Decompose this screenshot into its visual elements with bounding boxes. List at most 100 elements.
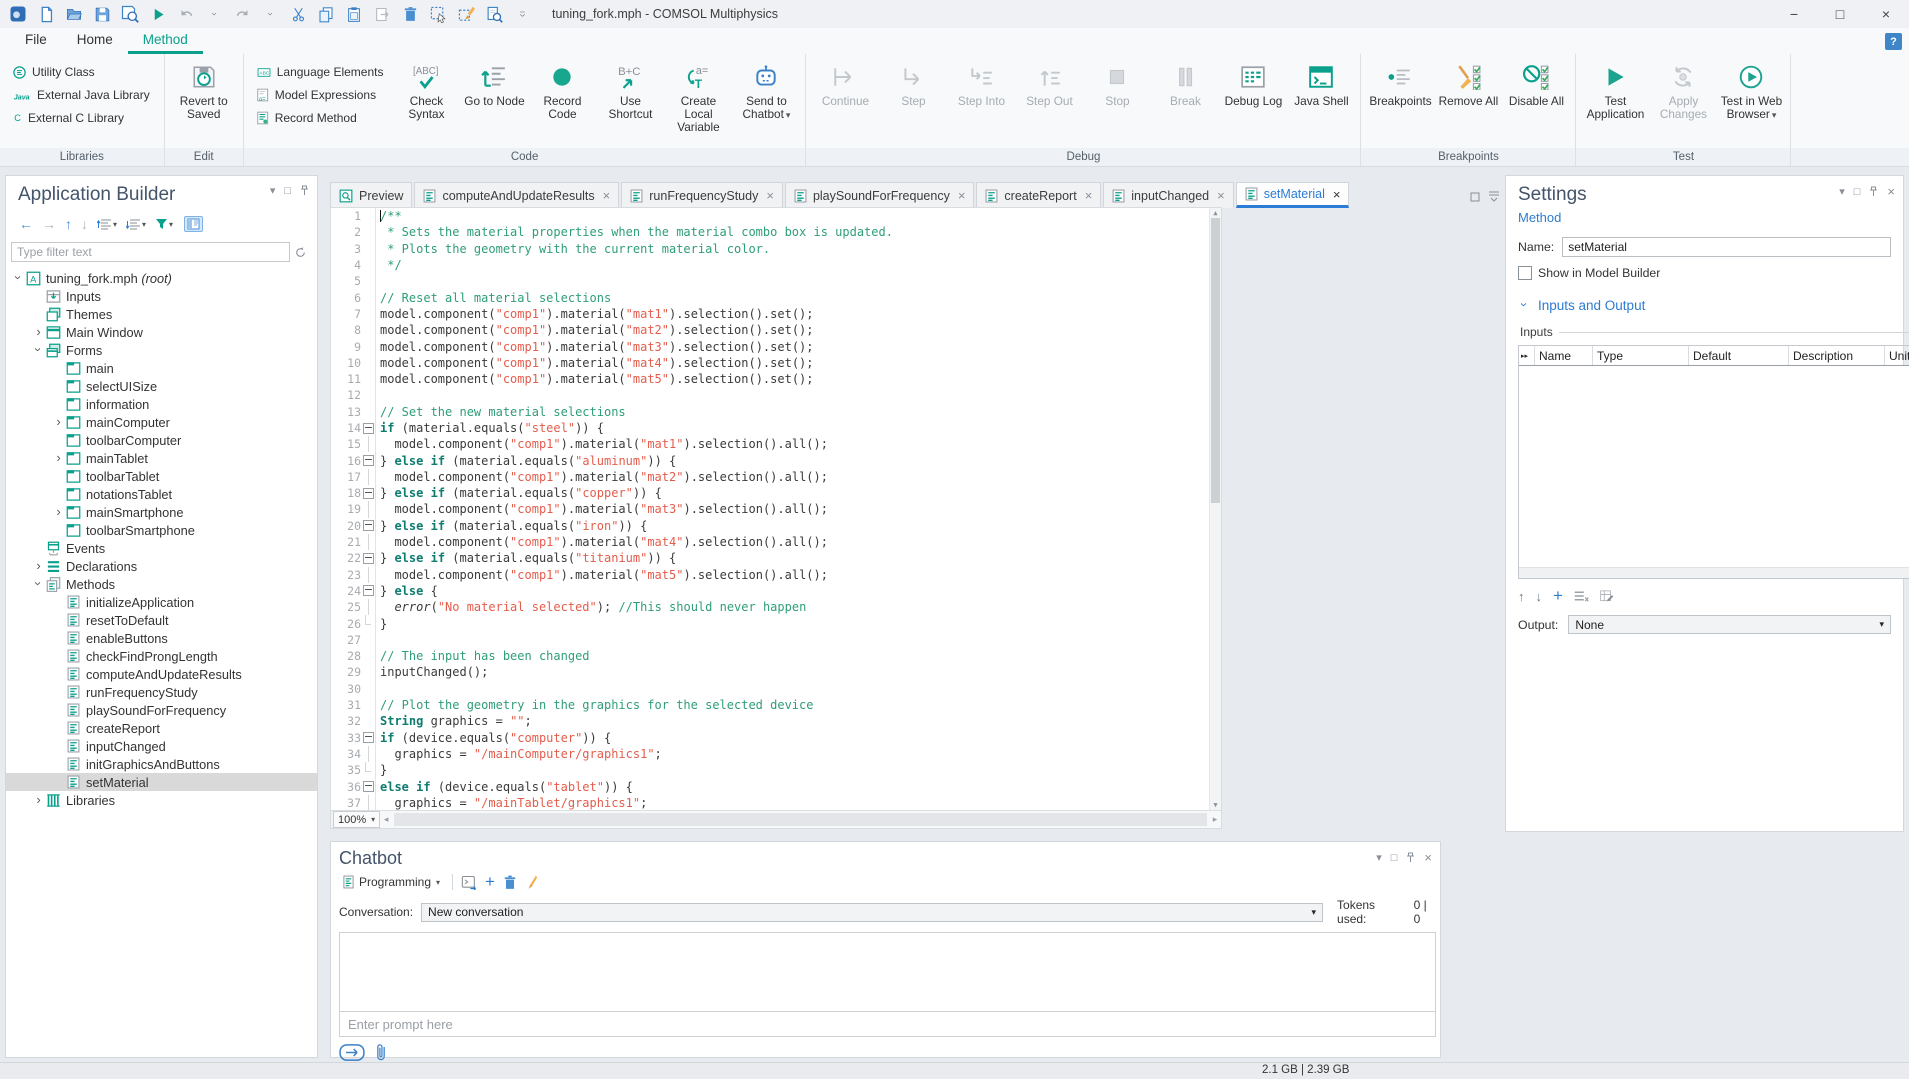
editor-tab-inputchanged[interactable]: inputChanged× [1103,182,1233,208]
save-icon[interactable] [90,3,114,25]
app-icon[interactable] [6,3,30,25]
inputs-table[interactable]: ▸▸NameTypeDefaultDescriptionUnit [1518,345,1909,579]
tree-item-playsoundforfrequency[interactable]: playSoundForFrequency [6,701,317,719]
tree-item-runfrequencystudy[interactable]: runFrequencyStudy [6,683,317,701]
test-application-button[interactable]: Test Application [1582,60,1648,148]
new-conversation-icon[interactable]: + [485,875,495,889]
inputs-column-description[interactable]: Description [1789,346,1885,365]
tree-item-information[interactable]: information [6,395,317,413]
scroll-up-icon[interactable]: ▲ [1210,208,1221,218]
paste-icon[interactable] [342,3,366,25]
tree-item-maintablet[interactable]: ›mainTablet [6,449,317,467]
filter-icon[interactable]: ▾ [155,218,173,230]
tree-item-toolbarsmartphone[interactable]: toolbarSmartphone [6,521,317,539]
move-row-down-icon[interactable]: ↓ [1536,589,1543,604]
tree-item-main[interactable]: main [6,359,317,377]
run-icon[interactable] [146,3,170,25]
editor-tab-playsoundforfrequency[interactable]: playSoundForFrequency× [785,182,974,208]
tree-item-maincomputer[interactable]: ›mainComputer [6,413,317,431]
tree-item-setmaterial[interactable]: setMaterial [6,773,317,791]
undo-icon[interactable] [174,3,198,25]
chevron-down-icon[interactable]: › [31,343,46,356]
chevron-right-icon[interactable]: › [32,324,45,339]
horizontal-scrollbar-thumb[interactable] [394,813,1207,826]
chevron-right-icon[interactable]: › [52,414,65,429]
external-c-library-button[interactable]: CExternal C Library [8,108,154,128]
tree-item-toolbartablet[interactable]: toolbarTablet [6,467,317,485]
tree-item-tuning-fork-mph[interactable]: ›Atuning_fork.mph (root) [6,269,317,287]
find-preview-icon[interactable] [482,3,506,25]
panel-float-icon[interactable]: □ [284,185,291,197]
external-java-library-button[interactable]: JavaExternal Java Library [8,85,154,105]
horizontal-scrollbar[interactable]: ◂ ▸ [380,811,1221,828]
move-up-icon[interactable]: ↑ [65,216,72,232]
open-icon[interactable] [62,3,86,25]
close-tab-icon[interactable]: × [766,188,774,203]
panel-menu-icon[interactable]: ▾ [1376,851,1382,864]
select-region-icon[interactable] [426,3,450,25]
send-prompt-button[interactable] [339,1044,365,1061]
panel-menu-icon[interactable]: ▾ [1839,185,1845,198]
tree-item-themes[interactable]: Themes [6,305,317,323]
new-file-icon[interactable] [34,3,58,25]
panel-float-icon[interactable]: □ [1854,186,1861,198]
editor-tab-createreport[interactable]: createReport× [976,182,1101,208]
tree-item-notationstablet[interactable]: notationsTablet [6,485,317,503]
tree-item-toolbarcomputer[interactable]: toolbarComputer [6,431,317,449]
tree-item-inputchanged[interactable]: inputChanged [6,737,317,755]
ribbon-tab-method[interactable]: Method [128,28,203,54]
tree-item-checkfindpronglength[interactable]: checkFindProngLength [6,647,317,665]
tree-item-main-window[interactable]: ›Main Window [6,323,317,341]
model-builder-node-toggle-icon[interactable] [184,216,203,232]
tree-item-forms[interactable]: ›Forms [6,341,317,359]
vertical-scrollbar-thumb[interactable] [1211,218,1220,503]
chevron-down-icon[interactable]: › [31,577,46,590]
close-tab-icon[interactable]: × [1217,188,1225,203]
tab-list-icon[interactable] [1488,191,1500,202]
tree-item-initializeapplication[interactable]: initializeApplication [6,593,317,611]
send-code-to-chatbot-icon[interactable] [461,875,477,890]
nav-back-icon[interactable]: ← [19,216,33,232]
panel-pin-icon[interactable] [1406,852,1415,863]
output-dropdown[interactable]: None ▾ [1568,615,1891,634]
panel-pin-icon[interactable] [300,185,309,196]
record-code-button[interactable]: Record Code [529,60,595,148]
chevron-right-icon[interactable]: › [52,504,65,519]
tree-filter-input[interactable] [11,242,290,262]
inputs-column-type[interactable]: Type [1593,346,1689,365]
create-local-variable-button[interactable]: a=TCreate Local Variable [665,60,731,148]
inputs-column-default[interactable]: Default [1689,346,1789,365]
panel-float-icon[interactable]: □ [1391,852,1398,864]
editor-tab-setmaterial[interactable]: setMaterial× [1236,182,1350,208]
ribbon-tab-home[interactable]: Home [62,28,128,54]
scroll-down-icon[interactable]: ▼ [1210,800,1221,810]
close-tab-icon[interactable]: × [1085,188,1093,203]
tree-item-libraries[interactable]: ›Libraries [6,791,317,809]
method-code-editor[interactable]: 1/**2 * Sets the material properties whe… [330,207,1222,829]
edit-table-icon[interactable] [1600,590,1614,603]
chatbot-mode-select[interactable]: Programming ▾ [339,874,444,890]
clear-conversation-brush-icon[interactable] [525,875,538,890]
chevron-right-icon[interactable]: › [52,450,65,465]
add-input-icon[interactable]: + [1553,590,1563,602]
panel-close-icon[interactable]: × [1424,850,1432,865]
more-icon[interactable] [510,3,534,25]
test-in-web-browser-button[interactable]: Test in Web Browser▾ [1718,60,1784,148]
use-shortcut-button[interactable]: B+CUse Shortcut [597,60,663,148]
disable-all-button[interactable]: Disable All [1503,60,1569,148]
tree-item-selectuisize[interactable]: selectUISize [6,377,317,395]
breakpoints-button[interactable]: Breakpoints [1367,60,1433,148]
close-tab-icon[interactable]: × [1333,187,1341,202]
send-to-chatbot-button[interactable]: Send to Chatbot▾ [733,60,799,148]
editor-tab-runfrequencystudy[interactable]: runFrequencyStudy× [621,182,783,208]
scroll-left-icon[interactable]: ◂ [380,811,392,828]
language-elements-button[interactable]: ABCLanguage Elements [252,62,388,82]
move-row-up-icon[interactable]: ↑ [1518,589,1525,604]
inputs-table-scrollbar[interactable] [1519,567,1909,578]
ribbon-tab-file[interactable]: File [10,28,62,54]
delete-conversation-icon[interactable] [503,875,517,890]
method-name-input[interactable] [1562,237,1891,257]
maximize-button[interactable]: □ [1817,0,1863,28]
chatbot-prompt-input[interactable]: Enter prompt here [339,1012,1436,1037]
show-in-model-builder-checkbox[interactable] [1518,266,1532,280]
